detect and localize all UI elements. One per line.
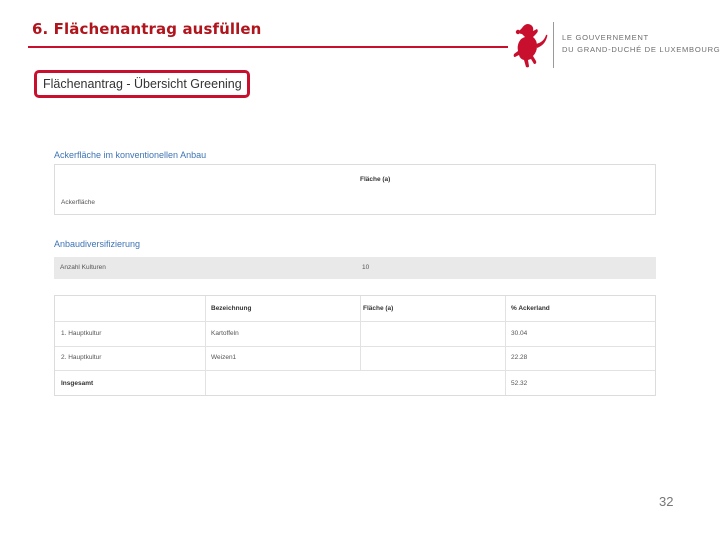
logo-text: LE GOUVERNEMENT DU GRAND-DUCHÉ DE LUXEMB… xyxy=(562,32,720,56)
section-title-crop-diversification: Anbaudiversifizierung xyxy=(54,239,141,249)
app-header-title: Flächenantrag - Übersicht Greening xyxy=(43,77,242,91)
column-header-area: Fläche (a) xyxy=(360,176,391,183)
crop-count-value: 10 xyxy=(362,264,370,271)
table-cell-percent: 22.28 xyxy=(511,354,528,361)
table-row-label: 2. Hauptkultur xyxy=(61,354,102,361)
column-header-percent: % Ackerland xyxy=(511,305,550,312)
logo-line-1: LE GOUVERNEMENT xyxy=(562,33,649,42)
main-crops-table: Bezeichnung Fläche (a) % Ackerland 1. Ha… xyxy=(54,295,656,396)
government-logo: LE GOUVERNEMENT DU GRAND-DUCHÉ DE LUXEMB… xyxy=(510,18,720,72)
logo-line-2: DU GRAND-DUCHÉ DE LUXEMBOURG xyxy=(562,45,720,54)
section-title-arable-land: Ackerfläche im konventionellen Anbau xyxy=(54,150,207,160)
arable-land-label: Ackerfläche xyxy=(61,199,95,206)
row-divider xyxy=(55,321,655,322)
crop-count-row: Anzahl Kulturen 10 xyxy=(54,257,656,279)
table-row-label: 1. Hauptkultur xyxy=(61,330,102,337)
red-lion-icon xyxy=(513,24,548,68)
total-percent: 52.32 xyxy=(511,380,528,387)
row-divider xyxy=(55,346,655,347)
arable-land-table: Fläche (a) Ackerfläche xyxy=(54,164,656,215)
table-cell-percent: 30.04 xyxy=(511,330,528,337)
slide-title: 6. Flächenantrag ausfüllen xyxy=(32,20,262,38)
title-rule xyxy=(28,46,508,48)
total-label: Insgesamt xyxy=(61,380,94,387)
column-header-name: Bezeichnung xyxy=(211,305,252,312)
table-cell-name: Weizen1 xyxy=(211,354,237,361)
crop-count-label: Anzahl Kulturen xyxy=(60,264,106,271)
logo-divider xyxy=(553,22,554,68)
column-header-area: Fläche (a) xyxy=(363,305,394,312)
page-number: 32 xyxy=(659,494,674,509)
app-header-highlight: Flächenantrag - Übersicht Greening xyxy=(34,70,250,98)
row-divider xyxy=(55,370,655,371)
table-cell-name: Kartoffeln xyxy=(211,330,239,337)
column-divider xyxy=(360,296,361,371)
